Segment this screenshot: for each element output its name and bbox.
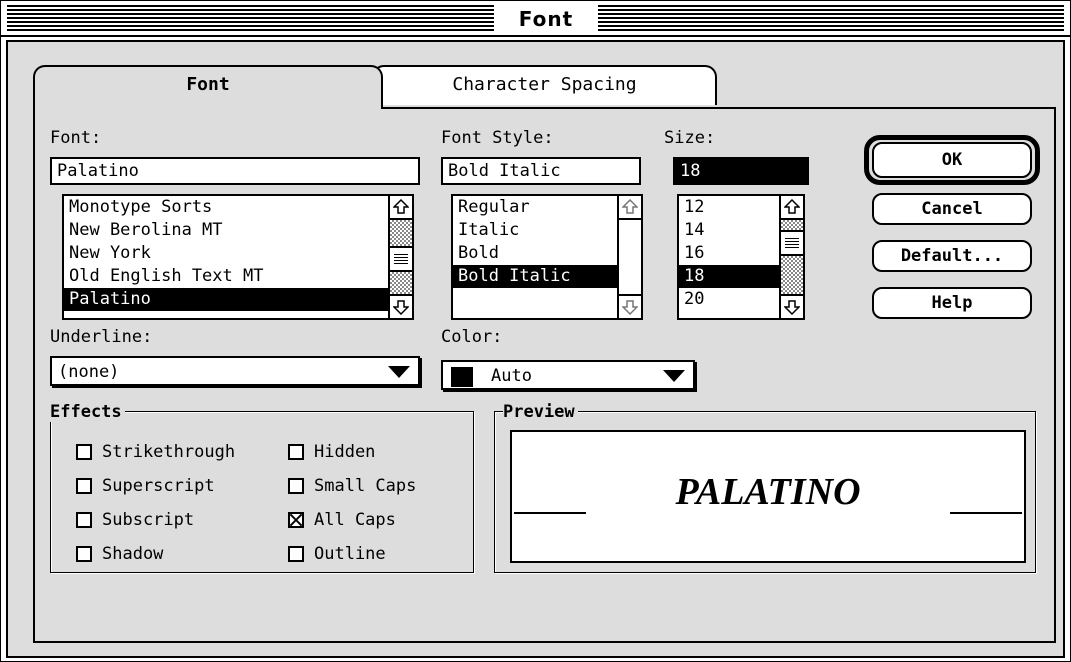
- checkbox-x-icon[interactable]: [288, 512, 304, 528]
- list-item-selected[interactable]: Palatino: [64, 288, 412, 311]
- preview-title: Preview: [503, 402, 578, 422]
- checkbox-box[interactable]: [76, 444, 92, 460]
- font-style-label: Font Style:: [441, 128, 554, 148]
- subscript-checkbox[interactable]: Subscript: [76, 508, 266, 532]
- checkbox-box[interactable]: [76, 546, 92, 562]
- size-list[interactable]: 12 14 16 18 20: [677, 194, 805, 320]
- all-caps-checkbox[interactable]: All Caps: [288, 508, 468, 532]
- small-caps-checkbox[interactable]: Small Caps: [288, 474, 468, 498]
- underline-value: (none): [58, 362, 120, 382]
- scroll-track[interactable]: [390, 218, 412, 296]
- checkbox-label: Hidden: [314, 442, 376, 462]
- effects-title: Effects: [50, 402, 125, 422]
- font-style-list-scrollbar[interactable]: [617, 196, 641, 318]
- checkbox-label: Outline: [314, 544, 386, 564]
- checkbox-box[interactable]: [288, 478, 304, 494]
- list-item[interactable]: New Berolina MT: [64, 219, 412, 242]
- scroll-track: [619, 218, 641, 296]
- effects-column-right: Hidden Small Caps All Caps Outline: [288, 440, 468, 566]
- ok-button[interactable]: OK: [872, 142, 1032, 178]
- checkbox-box[interactable]: [288, 444, 304, 460]
- outline-checkbox[interactable]: Outline: [288, 542, 468, 566]
- underline-label: Underline:: [50, 327, 153, 347]
- checkbox-label: Small Caps: [314, 476, 417, 496]
- list-item[interactable]: Italic: [453, 219, 641, 242]
- list-item[interactable]: Regular: [453, 196, 641, 219]
- list-item[interactable]: Old English Text MT: [64, 265, 412, 288]
- list-item[interactable]: New York: [64, 242, 412, 265]
- font-list-scrollbar[interactable]: [388, 196, 412, 318]
- font-style-field[interactable]: Bold Italic: [441, 157, 641, 185]
- scroll-down-arrow-icon[interactable]: [390, 296, 412, 318]
- preview-box: PALATINO: [510, 430, 1026, 563]
- preview-text: PALATINO: [675, 471, 861, 513]
- checkbox-box[interactable]: [76, 512, 92, 528]
- font-list[interactable]: Monotype Sorts New Berolina MT New York …: [62, 194, 414, 320]
- font-name-field[interactable]: Palatino: [50, 157, 420, 185]
- underline-popup[interactable]: (none): [50, 356, 420, 386]
- scroll-up-arrow-icon[interactable]: [390, 196, 412, 218]
- checkbox-label: Strikethrough: [102, 442, 236, 462]
- checkbox-label: Shadow: [102, 544, 164, 564]
- strikethrough-checkbox[interactable]: Strikethrough: [76, 440, 266, 464]
- checkbox-box[interactable]: [288, 546, 304, 562]
- font-style-list[interactable]: Regular Italic Bold Bold Italic: [451, 194, 643, 320]
- list-item-selected[interactable]: Bold Italic: [453, 265, 641, 288]
- size-field[interactable]: 18: [673, 157, 809, 185]
- size-label: Size:: [664, 128, 716, 148]
- size-list-scrollbar[interactable]: [779, 196, 803, 318]
- checkbox-label: Subscript: [102, 510, 195, 530]
- popup-triangle-icon: [663, 370, 685, 382]
- checkbox-box[interactable]: [76, 478, 92, 494]
- list-item[interactable]: Bold: [453, 242, 641, 265]
- color-label: Color:: [441, 327, 503, 347]
- effects-column-left: Strikethrough Superscript Subscript Shad…: [76, 440, 266, 566]
- scroll-thumb[interactable]: [781, 230, 803, 256]
- superscript-checkbox[interactable]: Superscript: [76, 474, 266, 498]
- checkbox-label: All Caps: [314, 510, 396, 530]
- scroll-up-arrow-icon[interactable]: [781, 196, 803, 218]
- help-button[interactable]: Help: [872, 287, 1032, 319]
- cancel-button[interactable]: Cancel: [872, 193, 1032, 225]
- scroll-down-arrow-icon[interactable]: [619, 296, 641, 318]
- color-popup[interactable]: Auto: [441, 360, 695, 390]
- default-button[interactable]: Default...: [872, 240, 1032, 272]
- scroll-thumb[interactable]: [390, 246, 412, 272]
- font-label: Font:: [50, 128, 102, 148]
- color-value: Auto: [491, 366, 532, 386]
- list-item[interactable]: Monotype Sorts: [64, 196, 412, 219]
- checkbox-label: Superscript: [102, 476, 215, 496]
- color-swatch: [451, 367, 473, 387]
- popup-triangle-icon: [388, 366, 410, 378]
- hidden-checkbox[interactable]: Hidden: [288, 440, 468, 464]
- scroll-down-arrow-icon[interactable]: [781, 296, 803, 318]
- scroll-up-arrow-icon[interactable]: [619, 196, 641, 218]
- shadow-checkbox[interactable]: Shadow: [76, 542, 266, 566]
- scroll-track[interactable]: [781, 218, 803, 296]
